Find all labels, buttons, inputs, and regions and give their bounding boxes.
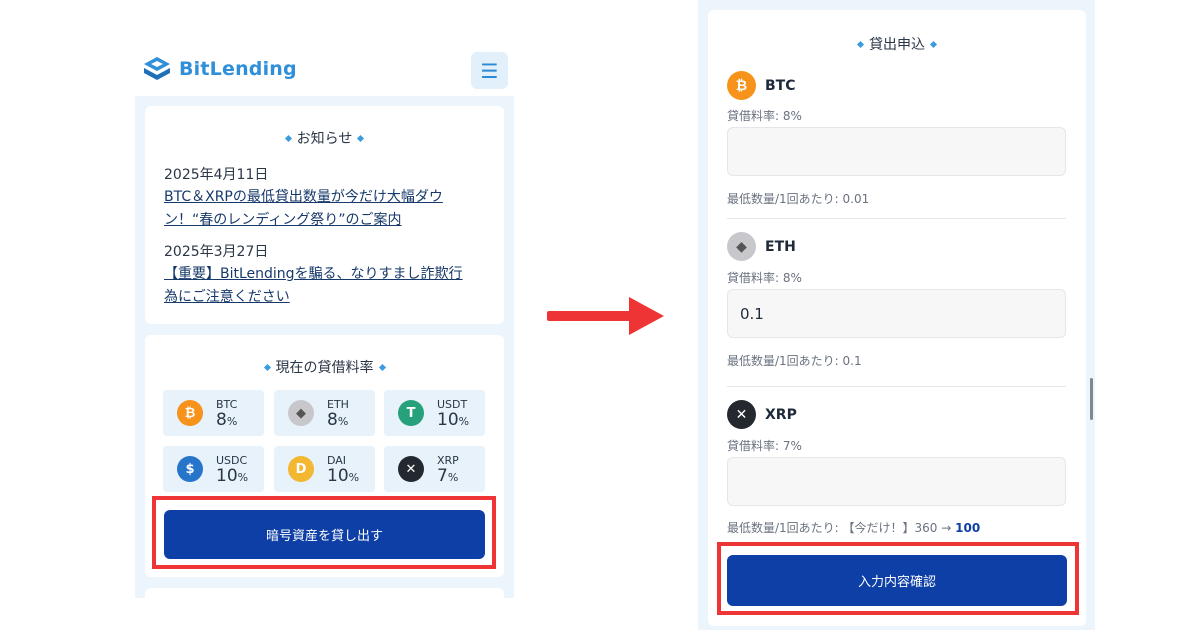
notice-item: 2025年3月27日 【重要】BitLendingを騙る、なりすまし詐欺行 為に… — [164, 241, 463, 309]
app-header: BitLending ☰ — [135, 32, 514, 96]
notice-card: お知らせ 2025年4月11日 BTC＆XRPの最低貸出数量が今だけ大幅ダウ ン… — [145, 106, 504, 324]
notice-date: 2025年4月11日 — [164, 167, 269, 183]
diamond-icon — [263, 363, 271, 371]
min-amount-label: 最低数量/1回あたり: 【今だけ！】360 → 100 — [727, 521, 981, 535]
brand-name: BitLending — [179, 58, 297, 80]
menu-icon: ☰ — [480, 58, 499, 83]
min-amount-label: 最低数量/1回あたり: 0.01 — [727, 192, 870, 206]
bitcoin-icon: ₿ — [727, 71, 756, 100]
diamond-icon — [856, 40, 865, 48]
usdc-icon: $ — [177, 456, 203, 482]
rate-label: 貸借料率: 7% — [727, 439, 802, 453]
notice-date: 2025年3月27日 — [164, 244, 269, 260]
diamond-icon — [929, 40, 938, 48]
min-amount-label: 最低数量/1回あたり: 0.1 — [727, 354, 862, 368]
diamond-icon — [284, 134, 292, 142]
highlight-box — [152, 496, 496, 569]
coin-header-xrp: ✕ XRP — [727, 400, 797, 429]
rate-tile-usdt: T USDT 10% — [384, 390, 485, 436]
arrow-right-icon — [547, 297, 664, 335]
bitlending-logo-icon — [144, 57, 170, 80]
notice-link[interactable]: 【重要】BitLendingを騙る、なりすまし詐欺行 為にご注意ください — [164, 263, 463, 309]
divider — [727, 218, 1066, 219]
lending-application-form: 貸出申込 ₿ BTC 貸借料率: 8% 最低数量/1回あたり: 0.01 ◆ E… — [708, 10, 1086, 626]
coin-header-btc: ₿ BTC — [727, 71, 796, 100]
eth-amount-input[interactable] — [727, 289, 1066, 338]
diamond-icon — [357, 134, 365, 142]
dai-icon: D — [288, 456, 314, 482]
btc-amount-input[interactable] — [727, 127, 1066, 176]
brand-logo[interactable]: BitLending — [143, 56, 297, 82]
ethereum-icon: ◆ — [727, 232, 756, 261]
ethereum-icon: ◆ — [288, 400, 314, 426]
lending-form-screen: 貸出申込 ₿ BTC 貸借料率: 8% 最低数量/1回あたり: 0.01 ◆ E… — [698, 0, 1095, 630]
rate-tile-eth: ◆ ETH 8% — [274, 390, 375, 436]
screenshot-stage: BitLending ☰ お知らせ 2025年4月11日 BTC＆XRPの最低貸… — [0, 0, 1200, 630]
coin-header-eth: ◆ ETH — [727, 232, 796, 261]
divider — [727, 386, 1066, 387]
rate-tile-dai: D DAI 10% — [274, 446, 375, 492]
rate-tile-btc: ₿ BTC 8% — [163, 390, 264, 436]
highlight-box — [717, 542, 1079, 615]
tether-icon: T — [398, 400, 424, 426]
rate-tile-usdc: $ USDC 10% — [163, 446, 264, 492]
notice-link[interactable]: BTC＆XRPの最低貸出数量が今だけ大幅ダウ ン！“春のレンディング祭り”のご案… — [164, 186, 443, 232]
notice-title: お知らせ — [145, 128, 504, 148]
xrp-icon: ✕ — [398, 456, 424, 482]
diamond-icon — [378, 363, 386, 371]
scrollbar[interactable] — [1090, 378, 1093, 420]
rate-tile-xrp: ✕ XRP 7% — [384, 446, 485, 492]
rates-title: 現在の貸借料率 — [145, 357, 504, 377]
xrp-amount-input[interactable] — [727, 457, 1066, 506]
hamburger-menu-button[interactable]: ☰ — [471, 52, 508, 89]
next-card — [145, 588, 504, 598]
xrp-icon: ✕ — [727, 400, 756, 429]
form-title: 貸出申込 — [708, 34, 1086, 54]
notice-item: 2025年4月11日 BTC＆XRPの最低貸出数量が今だけ大幅ダウ ン！“春のレ… — [164, 164, 443, 232]
bitcoin-icon: ₿ — [177, 400, 203, 426]
rate-label: 貸借料率: 8% — [727, 109, 802, 123]
rate-label: 貸借料率: 8% — [727, 271, 802, 285]
